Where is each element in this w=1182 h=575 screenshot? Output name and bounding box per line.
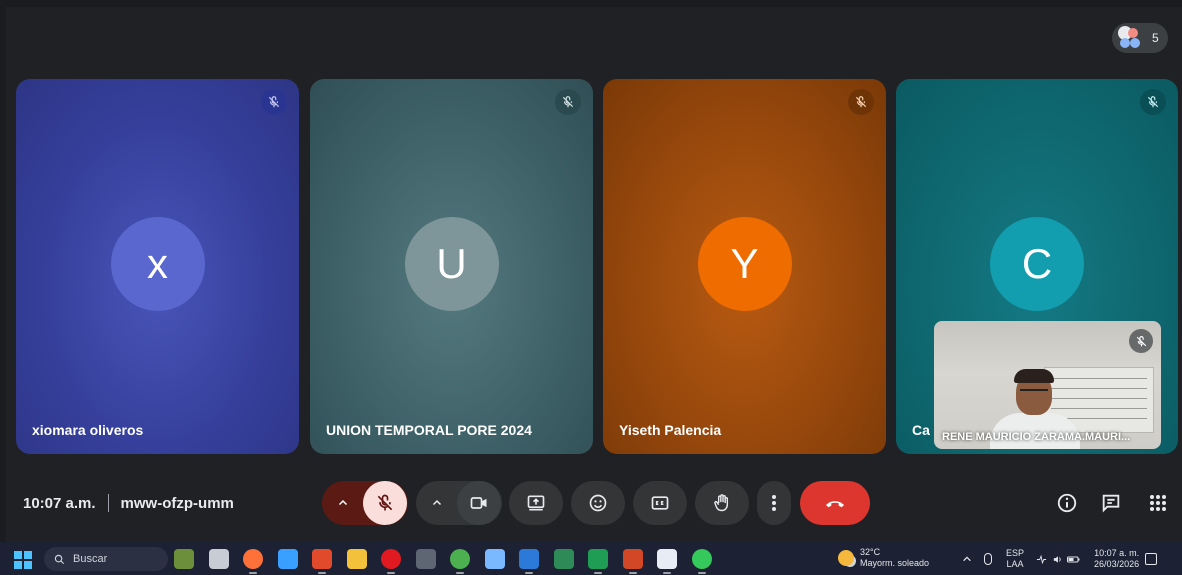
- participant-avatar: C: [990, 217, 1084, 311]
- mic-off-icon: [555, 89, 581, 115]
- raise-hand-button[interactable]: [695, 481, 749, 525]
- chat-icon: [1102, 494, 1120, 513]
- system-tray: ESP LAA 10:07 a. m. 26/03/2026: [962, 547, 1158, 571]
- firefox-icon[interactable]: [243, 549, 263, 574]
- opera-icon[interactable]: [381, 549, 401, 574]
- captions-button[interactable]: [633, 481, 687, 525]
- excel-icon[interactable]: [588, 549, 608, 574]
- participant-name: Yiseth Palencia: [619, 422, 722, 438]
- word-icon[interactable]: [519, 549, 539, 574]
- meet-window: 5 x xiomara oliveros U UNION TEMPORAL PO…: [6, 7, 1182, 542]
- chrome-icon[interactable]: [450, 549, 470, 574]
- mic-off-icon: [1129, 329, 1153, 353]
- camera-toggle-button[interactable]: [457, 481, 501, 525]
- emoji-icon: [589, 494, 607, 512]
- project-icon[interactable]: [553, 549, 574, 569]
- more-icon: [772, 495, 776, 511]
- battery-icon: [1067, 556, 1080, 563]
- end-call-icon: [826, 501, 844, 508]
- apps-icon: [1150, 495, 1166, 511]
- call-controls-bar: 10:07 a.m. mww-ofzp-umm: [6, 475, 1182, 531]
- notifications-icon[interactable]: [1145, 553, 1158, 565]
- network-icon: [1036, 554, 1047, 564]
- taskbar-apps: [174, 546, 726, 574]
- keyboard-layout: LAA: [1006, 559, 1024, 569]
- weather-desc: Mayorm. soleado: [860, 558, 930, 568]
- captions-icon: [651, 496, 669, 510]
- calculator-icon[interactable]: [415, 549, 436, 569]
- app-red-icon[interactable]: [312, 549, 332, 574]
- windows-start-icon[interactable]: [14, 551, 32, 569]
- search-icon: [54, 554, 65, 564]
- taskbar-clock[interactable]: 10:07 a. m. 26/03/2026: [1094, 548, 1139, 570]
- widgets-icon[interactable]: [174, 549, 194, 569]
- participant-name: UNION TEMPORAL PORE 2024: [326, 422, 532, 438]
- self-view-tile[interactable]: RENE MAURICIO ZARAMA.MAURI...: [934, 321, 1161, 449]
- participant-name: Ca: [912, 422, 930, 438]
- participant-avatar: U: [404, 217, 499, 311]
- info-icon: [1057, 493, 1077, 513]
- microphone-tray-icon[interactable]: [984, 553, 992, 565]
- volume-icon: [1053, 555, 1061, 563]
- participant-name: xiomara oliveros: [32, 422, 144, 438]
- chevron-up-icon: [338, 499, 348, 506]
- participant-avatar: Y: [697, 217, 792, 311]
- participants-button[interactable]: 5: [1112, 23, 1168, 53]
- camera-control-group: [416, 481, 502, 525]
- windows-taskbar: Buscar 32°C Mayorm. soleado ESP LAA 10:0…: [0, 542, 1182, 575]
- meeting-info: 10:07 a.m. mww-ofzp-umm: [23, 494, 234, 512]
- language-indicator[interactable]: ESP LAA: [1006, 548, 1024, 570]
- clock-time: 10:07 a. m.: [1094, 548, 1140, 558]
- self-view-person-glasses: [1020, 389, 1048, 395]
- meeting-time: 10:07 a.m.: [23, 494, 96, 512]
- mic-off-icon: [848, 89, 874, 115]
- task-view-icon[interactable]: [208, 549, 229, 569]
- participant-tile[interactable]: Y Yiseth Palencia: [603, 79, 886, 454]
- audio-options-button[interactable]: [323, 481, 363, 525]
- snipping-icon[interactable]: [484, 549, 505, 569]
- search-label: Buscar: [73, 553, 108, 565]
- calendar-app-icon[interactable]: [657, 549, 677, 574]
- emoji-button[interactable]: [571, 481, 625, 525]
- copilot-icon[interactable]: [277, 549, 298, 569]
- more-options-button[interactable]: [757, 481, 791, 525]
- mic-off-icon: [261, 89, 287, 115]
- participants-avatars-icon: [1118, 26, 1142, 50]
- whatsapp-icon[interactable]: [691, 549, 712, 574]
- participant-avatar: x: [110, 217, 205, 311]
- present-icon: [527, 495, 545, 511]
- video-options-button[interactable]: [417, 481, 457, 525]
- chat-button[interactable]: [1097, 489, 1125, 517]
- participants-count: 5: [1152, 31, 1159, 45]
- end-call-button[interactable]: [800, 481, 870, 525]
- taskbar-search[interactable]: Buscar: [44, 547, 168, 571]
- self-view-person-hair: [1014, 369, 1054, 383]
- weather-temp: 32°C: [860, 547, 881, 557]
- self-view-name: RENE MAURICIO ZARAMA.MAURI...: [942, 431, 1131, 443]
- partly-sunny-icon: [838, 550, 854, 566]
- weather-widget[interactable]: 32°C Mayorm. soleado: [838, 547, 929, 569]
- meeting-code: mww-ofzp-umm: [120, 494, 234, 512]
- participant-tile[interactable]: U UNION TEMPORAL PORE 2024: [310, 79, 593, 454]
- activities-button[interactable]: [1144, 489, 1172, 517]
- language-code: ESP: [1006, 548, 1025, 558]
- divider: [107, 494, 109, 512]
- mic-toggle-button[interactable]: [363, 481, 407, 525]
- mic-off-icon: [377, 494, 393, 511]
- network-volume-battery-icons[interactable]: [1036, 553, 1080, 564]
- present-button[interactable]: [509, 481, 563, 525]
- raise-hand-icon: [714, 494, 729, 512]
- mic-off-icon: [1140, 89, 1166, 115]
- powerpoint-icon[interactable]: [622, 549, 643, 574]
- camera-icon: [470, 497, 487, 509]
- chevron-up-icon: [432, 499, 442, 506]
- mic-control-group: [322, 481, 408, 525]
- meeting-details-button[interactable]: [1053, 489, 1081, 517]
- clock-date: 26/03/2026: [1094, 559, 1140, 569]
- file-explorer-icon[interactable]: [346, 549, 367, 569]
- chevron-up-icon[interactable]: [962, 554, 972, 564]
- participant-tile[interactable]: x xiomara oliveros: [16, 79, 299, 454]
